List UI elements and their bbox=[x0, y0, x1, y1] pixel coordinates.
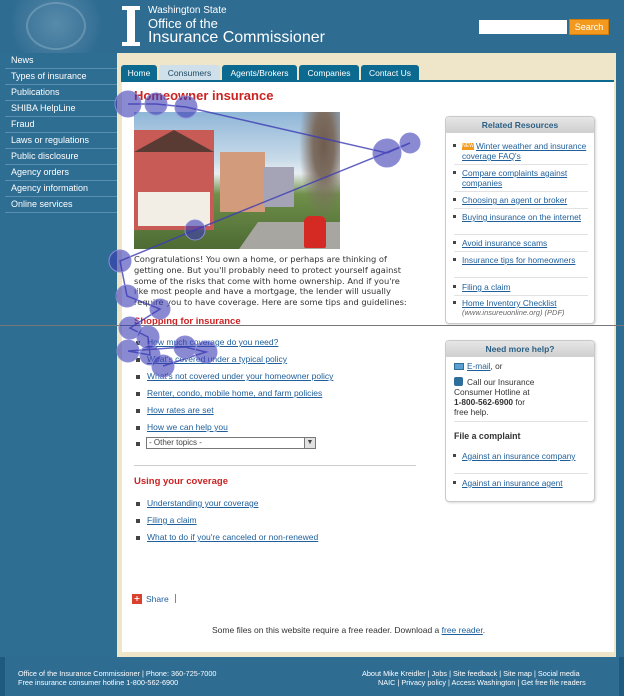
link-how-we-help[interactable]: How we can help you bbox=[147, 422, 228, 432]
hotline-number: 1-800-562-6900 bbox=[454, 397, 514, 407]
state-seal-logo bbox=[4, 0, 108, 53]
bullet bbox=[136, 409, 140, 413]
need-help-box: Need more help? E-mail, or Call our Insu… bbox=[445, 340, 595, 502]
nav-item-news[interactable]: News bbox=[5, 53, 117, 69]
tab-agents-brokers[interactable]: Agents/Brokers bbox=[222, 65, 297, 81]
bullet bbox=[136, 519, 140, 523]
link-how-rates-set[interactable]: How rates are set bbox=[147, 405, 214, 415]
footer-links-1[interactable]: About Mike Kreidler | Jobs | Site feedba… bbox=[362, 669, 580, 678]
email-suffix: , or bbox=[490, 361, 503, 371]
related-resources-box: Related Resources NEW Winter weather and … bbox=[445, 116, 595, 324]
tab-consumers[interactable]: Consumers bbox=[159, 65, 220, 81]
nav-item-fraud[interactable]: Fraud bbox=[5, 117, 117, 133]
inventory-subtext: (www.insureuonline.org) (PDF) bbox=[462, 308, 565, 317]
call-line-2: Consumer Hotline at bbox=[454, 387, 530, 397]
bullet bbox=[136, 536, 140, 540]
brand-state[interactable]: Washington State bbox=[148, 5, 227, 16]
related-resources-heading: Related Resources bbox=[446, 117, 594, 133]
left-navigation: News Types of insurance Publications SHI… bbox=[5, 53, 117, 657]
capitol-pillar-icon bbox=[122, 6, 140, 46]
reader-note-text: Some files on this website require a fre… bbox=[212, 625, 442, 635]
link-whats-not-covered[interactable]: What's not covered under your homeowner … bbox=[147, 371, 333, 381]
free-reader-link[interactable]: free reader bbox=[442, 625, 483, 635]
nav-item-online-services[interactable]: Online services bbox=[5, 197, 117, 213]
nav-item-laws[interactable]: Laws or regulations bbox=[5, 133, 117, 149]
bullet bbox=[136, 375, 140, 379]
tab-home[interactable]: Home bbox=[121, 65, 157, 81]
horizontal-guide-line bbox=[0, 325, 624, 326]
nav-item-public-disclosure[interactable]: Public disclosure bbox=[5, 149, 117, 165]
link-filing-claim[interactable]: Filing a claim bbox=[147, 515, 197, 525]
email-link[interactable]: E-mail bbox=[467, 361, 491, 371]
phone-icon bbox=[454, 377, 463, 386]
hotline-suffix: for bbox=[513, 397, 526, 407]
link-canceled-nonrenewed[interactable]: What to do if you're canceled or non-ren… bbox=[147, 532, 318, 542]
footer-hotline: Free insurance consumer hotline 1-800-56… bbox=[18, 678, 179, 687]
page-title: Homeowner insurance bbox=[134, 88, 274, 103]
section-divider bbox=[134, 465, 416, 466]
bullet bbox=[136, 341, 140, 345]
nav-item-agency-information[interactable]: Agency information bbox=[5, 181, 117, 197]
new-badge: NEW bbox=[462, 143, 474, 151]
site-header: Washington State Office of the Insurance… bbox=[0, 0, 624, 53]
nav-item-publications[interactable]: Publications bbox=[5, 85, 117, 101]
footer-contact: Office of the Insurance Commissioner | P… bbox=[18, 669, 217, 678]
link-renter-condo[interactable]: Renter, condo, mobile home, and farm pol… bbox=[147, 388, 322, 398]
nav-item-types-of-insurance[interactable]: Types of insurance bbox=[5, 69, 117, 85]
brand-title[interactable]: Insurance Commissioner bbox=[148, 29, 325, 47]
link-understanding-coverage[interactable]: Understanding your coverage bbox=[147, 498, 259, 508]
email-icon bbox=[454, 363, 464, 370]
share-plus-icon[interactable]: + bbox=[132, 594, 142, 604]
other-topics-select[interactable]: - Other topics - ▼ bbox=[146, 437, 316, 449]
intro-paragraph: Congratulations! You own a home, or perh… bbox=[134, 254, 407, 308]
hotline-line: 1-800-562-6900 for bbox=[454, 397, 525, 407]
link-whats-covered[interactable]: What's covered under a typical policy bbox=[147, 354, 287, 364]
reader-note-end: . bbox=[482, 625, 486, 635]
bullet bbox=[136, 392, 140, 396]
bullet bbox=[136, 502, 140, 506]
email-line: E-mail, or bbox=[467, 361, 503, 371]
call-line-1: Call our Insurance bbox=[467, 377, 535, 387]
complaint-title: File a complaint bbox=[454, 431, 521, 441]
fire-hydrant-image bbox=[304, 216, 326, 248]
link-how-much-coverage[interactable]: How much coverage do you need? bbox=[147, 337, 278, 347]
search-input[interactable] bbox=[479, 20, 567, 34]
call-line-4: free help. bbox=[454, 407, 489, 417]
footer-links-2[interactable]: NAIC | Privacy policy | Access Washingto… bbox=[378, 678, 586, 687]
other-topics-value: - Other topics - bbox=[149, 438, 202, 447]
share-link[interactable]: Share bbox=[146, 594, 169, 604]
footer-bar: Office of the Insurance Commissioner | P… bbox=[5, 657, 619, 696]
search-button[interactable]: Search bbox=[569, 19, 609, 35]
using-section-title: Using your coverage bbox=[134, 476, 228, 487]
reader-note: Some files on this website require a fre… bbox=[212, 625, 485, 635]
bullet bbox=[136, 442, 140, 446]
tab-companies[interactable]: Companies bbox=[299, 65, 359, 81]
related-item-winter-label[interactable]: Winter weather and insurance coverage FA… bbox=[462, 141, 586, 161]
nav-item-shiba-helpline[interactable]: SHIBA HelpLine bbox=[5, 101, 117, 117]
bullet bbox=[136, 358, 140, 362]
bullet bbox=[136, 426, 140, 430]
tab-contact-us[interactable]: Contact Us bbox=[361, 65, 419, 81]
nav-item-agency-orders[interactable]: Agency orders bbox=[5, 165, 117, 181]
chevron-down-icon[interactable]: ▼ bbox=[304, 438, 315, 448]
need-help-heading: Need more help? bbox=[446, 341, 594, 357]
share-separator: | bbox=[174, 594, 177, 604]
